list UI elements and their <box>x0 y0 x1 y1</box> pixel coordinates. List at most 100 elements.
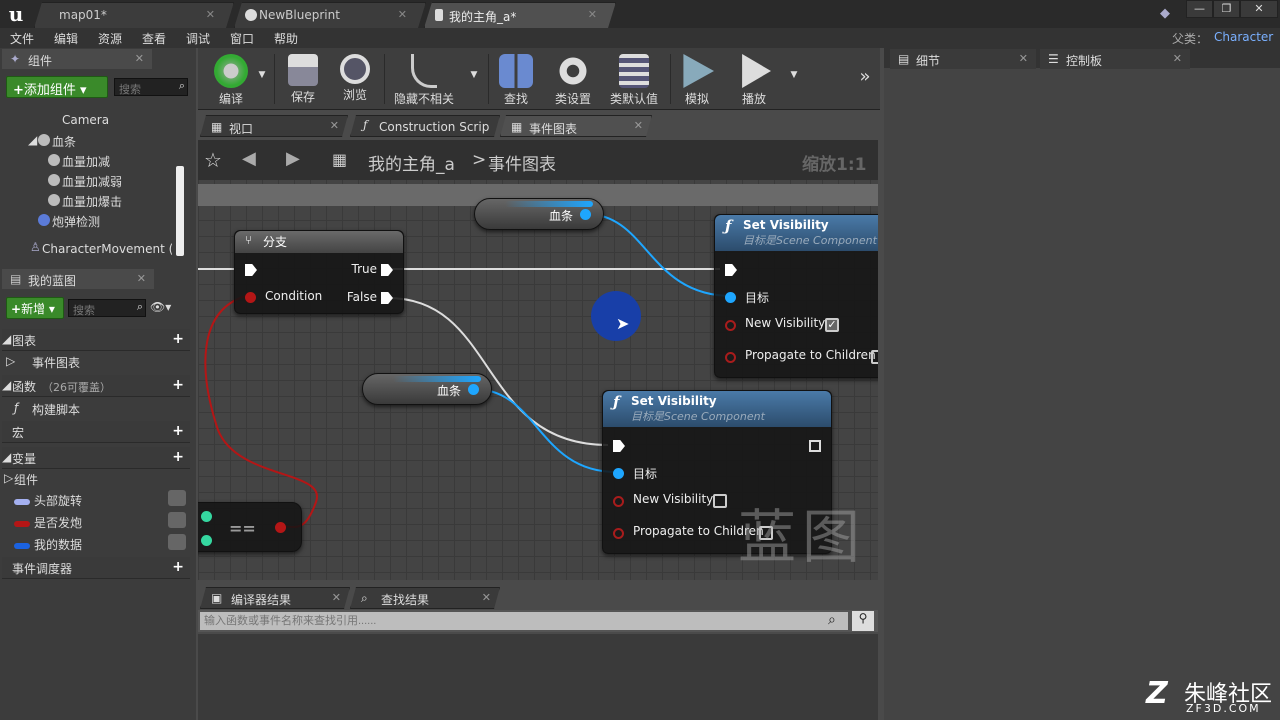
equals-node[interactable]: == <box>198 502 302 552</box>
save-button[interactable]: 保存 <box>280 48 326 110</box>
tree-item-character-movement[interactable]: CharacterMovement (继 <box>42 240 172 257</box>
maximize-button[interactable]: ❐ <box>1213 0 1240 18</box>
output-pin[interactable] <box>468 384 479 395</box>
close-icon[interactable]: ✕ <box>135 52 144 65</box>
variable-my-data[interactable]: 我的数据 <box>14 536 82 553</box>
find-input[interactable] <box>200 612 848 630</box>
visibility-eye-icon[interactable] <box>168 512 186 528</box>
propagate-pin[interactable] <box>613 528 624 539</box>
tab-construction-script[interactable]: ƒ Construction Scrip <box>350 115 500 137</box>
components-search-input[interactable]: 搜索 ⌕ <box>114 78 188 96</box>
tree-item-healthbar[interactable]: 血条 <box>52 133 76 150</box>
menu-window[interactable]: 窗口 <box>230 30 254 47</box>
section-graphs[interactable]: ◢ 图表 + <box>2 329 190 351</box>
tab-my-character[interactable]: 我的主角_a* ✕ <box>424 2 616 28</box>
branch-node[interactable]: ⑂ 分支 True Condition False <box>234 230 404 314</box>
output-pin[interactable] <box>580 209 591 220</box>
close-icon[interactable]: ✕ <box>206 8 215 21</box>
find-button[interactable]: 查找 <box>494 48 538 110</box>
target-pin[interactable] <box>613 468 624 479</box>
tab-palette[interactable]: ☰ 控制板 ✕ <box>1040 49 1190 69</box>
close-window-button[interactable]: ✕ <box>1240 0 1278 18</box>
tree-expand-icon[interactable]: ◢ <box>28 133 37 147</box>
new-visibility-pin[interactable] <box>613 496 624 507</box>
compile-button[interactable]: 编译 <box>200 48 262 110</box>
healthbar-getter-node-2[interactable]: 血条 <box>362 373 492 405</box>
set-visibility-node-1[interactable]: ƒ Set Visibility 目标是Scene Component 目标 N… <box>714 214 878 378</box>
add-graph-button[interactable]: + <box>172 331 184 347</box>
my-blueprint-tab[interactable]: ▤ 我的蓝图 ✕ <box>2 269 154 289</box>
play-button[interactable]: 播放 <box>728 48 780 110</box>
menu-asset[interactable]: 资源 <box>98 30 122 47</box>
menu-help[interactable]: 帮助 <box>274 30 298 47</box>
binoculars-button[interactable]: ⚲ <box>852 611 874 631</box>
close-icon[interactable]: ✕ <box>588 8 597 21</box>
close-icon[interactable]: ✕ <box>634 119 643 132</box>
unreal-logo-icon[interactable]: u <box>4 2 28 26</box>
healthbar-getter-node[interactable]: 血条 <box>474 198 604 230</box>
new-visibility-checkbox[interactable]: ✓ <box>825 318 839 332</box>
tab-find-results[interactable]: ⌕ 查找结果 ✕ <box>350 587 500 609</box>
feedback-icon[interactable]: ◆ <box>1160 6 1170 21</box>
item-construction-script[interactable]: 构建脚本 <box>32 401 80 418</box>
tree-item-shell-detect[interactable]: 炮弹检测 <box>52 213 100 230</box>
equals-input-b-pin[interactable] <box>201 535 212 546</box>
close-icon[interactable]: ✕ <box>332 591 341 604</box>
menu-view[interactable]: 查看 <box>142 30 166 47</box>
close-icon[interactable]: ✕ <box>137 272 146 285</box>
exec-in-pin[interactable] <box>245 264 257 276</box>
target-pin[interactable] <box>725 292 736 303</box>
section-event-dispatchers[interactable]: 事件调度器 + <box>2 557 190 579</box>
equals-output-pin[interactable] <box>275 522 286 533</box>
exec-out-pin[interactable] <box>809 440 821 452</box>
add-macro-button[interactable]: + <box>172 423 184 439</box>
hide-unrelated-button[interactable]: 隐藏不相关 <box>388 48 460 110</box>
true-exec-out-pin[interactable] <box>381 264 393 276</box>
more-chevron-icon[interactable]: » <box>854 66 876 87</box>
propagate-checkbox[interactable] <box>871 350 878 364</box>
simulate-button[interactable]: 模拟 <box>674 48 720 110</box>
exec-in-pin[interactable] <box>725 264 737 276</box>
event-graph-canvas[interactable]: ☆ ◀ ▶ ▦ 我的主角_a > 事件图表 缩放1:1 ⑂ 分支 True Co… <box>198 140 878 580</box>
section-functions[interactable]: ◢ 函数 （26可覆盖） + <box>2 375 190 397</box>
variable-is-firing[interactable]: 是否发炮 <box>14 514 82 531</box>
hide-unrelated-chevron-icon[interactable]: ▼ <box>468 70 480 84</box>
visibility-eye-icon[interactable] <box>168 490 186 506</box>
blueprint-search-input[interactable]: 搜索 ⌕ <box>68 299 146 317</box>
class-settings-button[interactable]: 类设置 <box>548 48 598 110</box>
section-macros[interactable]: 宏 + <box>2 421 190 443</box>
tree-item-hp-crit[interactable]: 血量加爆击 <box>62 193 122 210</box>
tab-event-graph[interactable]: ▦ 事件图表 ✕ <box>500 115 652 137</box>
item-event-graph[interactable]: 事件图表 <box>32 354 80 371</box>
browse-button[interactable]: 浏览 <box>332 48 378 110</box>
scrollbar[interactable] <box>176 166 184 256</box>
exec-in-pin[interactable] <box>613 440 625 452</box>
condition-pin[interactable] <box>245 292 256 303</box>
expand-icon[interactable]: ▷ <box>6 354 15 368</box>
new-visibility-pin[interactable] <box>725 320 736 331</box>
section-variables[interactable]: ◢ 变量 + <box>2 447 190 469</box>
search-icon[interactable]: ⌕ <box>828 612 836 628</box>
add-dispatcher-button[interactable]: + <box>172 559 184 575</box>
tab-details[interactable]: ▤ 细节 ✕ <box>890 49 1036 69</box>
new-visibility-checkbox[interactable] <box>713 494 727 508</box>
equals-input-a-pin[interactable] <box>201 511 212 522</box>
add-function-button[interactable]: + <box>172 377 184 393</box>
close-icon[interactable]: ✕ <box>398 8 407 21</box>
item-components-category[interactable]: 组件 <box>14 471 38 488</box>
tree-item-camera[interactable]: Camera <box>62 113 109 127</box>
tree-item-hp-weak[interactable]: 血量加减弱 <box>62 173 122 190</box>
components-tab[interactable]: ✦ 组件 ✕ <box>2 49 152 69</box>
variable-head-rotation[interactable]: 头部旋转 <box>14 492 82 509</box>
visibility-eye-icon[interactable] <box>168 534 186 550</box>
new-button[interactable]: +新增 ▾ <box>6 297 64 319</box>
tab-viewport[interactable]: ▦ 视口 ✕ <box>200 115 348 137</box>
expand-icon[interactable]: ▷ <box>4 471 13 485</box>
close-icon[interactable]: ✕ <box>330 119 339 132</box>
class-defaults-button[interactable]: 类默认值 <box>604 48 664 110</box>
close-icon[interactable]: ✕ <box>482 591 491 604</box>
tab-map01[interactable]: map01* ✕ <box>34 2 234 28</box>
parent-class-link[interactable]: Character <box>1214 30 1273 44</box>
play-options-chevron-icon[interactable]: ▼ <box>788 70 800 84</box>
minimize-button[interactable]: — <box>1186 0 1213 18</box>
